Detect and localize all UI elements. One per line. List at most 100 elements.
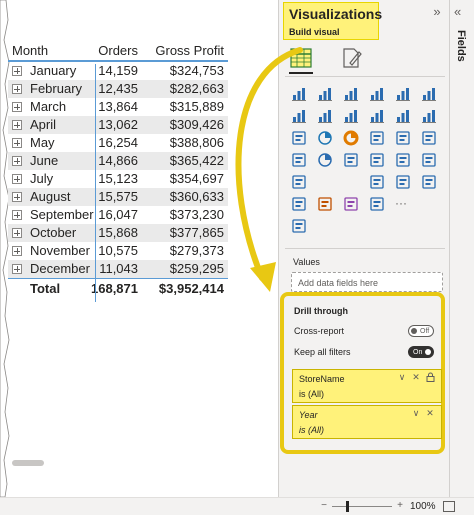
- table-row[interactable]: January 14,159 $324,753: [8, 62, 228, 80]
- close-icon[interactable]: ✕: [425, 408, 435, 418]
- zoom-slider-thumb[interactable]: [346, 501, 349, 512]
- zoom-out-button[interactable]: −: [318, 500, 330, 512]
- collapse-pane-button[interactable]: »: [429, 4, 445, 20]
- fields-pane-collapsed[interactable]: « Fields: [450, 0, 474, 497]
- key-influencers-icon[interactable]: [369, 174, 385, 190]
- expand-plus-icon[interactable]: [12, 102, 22, 112]
- ribbon-chart-icon[interactable]: [395, 108, 411, 124]
- lock-icon[interactable]: [425, 372, 435, 382]
- table-row[interactable]: September 16,047 $373,230: [8, 206, 228, 224]
- pie-icon[interactable]: [317, 130, 333, 146]
- line-chart-icon[interactable]: [421, 86, 437, 102]
- keep-all-filters-toggle[interactable]: On: [408, 346, 434, 358]
- expand-plus-icon[interactable]: [12, 192, 22, 202]
- close-icon[interactable]: ✕: [411, 372, 421, 382]
- paginated-report-icon[interactable]: [317, 196, 333, 212]
- power-automate-icon[interactable]: [369, 196, 385, 212]
- python-visual-icon[interactable]: [343, 174, 359, 190]
- zoom-in-button[interactable]: +: [394, 500, 406, 512]
- card-icon[interactable]: [343, 152, 359, 168]
- azure-map-icon[interactable]: [291, 152, 307, 168]
- expand-plus-icon[interactable]: [12, 174, 22, 184]
- table-row[interactable]: December 11,043 $259,295: [8, 260, 228, 278]
- clustered-column-icon[interactable]: [369, 86, 385, 102]
- table-row[interactable]: May 16,254 $388,806: [8, 134, 228, 152]
- 100-bar-icon[interactable]: [395, 86, 411, 102]
- donut-icon[interactable]: [343, 130, 359, 146]
- total-label: Total: [30, 281, 61, 296]
- expand-fields-button[interactable]: «: [454, 4, 461, 19]
- more-visuals-icon[interactable]: ···: [395, 196, 411, 212]
- line-column-icon[interactable]: [343, 108, 359, 124]
- column-header-month[interactable]: Month: [12, 40, 48, 62]
- table-row[interactable]: November 10,575 $279,373: [8, 242, 228, 260]
- table-row[interactable]: April 13,062 $309,426: [8, 116, 228, 134]
- funnel-icon[interactable]: [421, 108, 437, 124]
- chevron-down-icon[interactable]: ∨: [397, 372, 407, 382]
- cell-gross-profit: $309,426: [169, 117, 224, 132]
- table-row[interactable]: February 12,435 $282,663: [8, 80, 228, 98]
- expand-plus-icon[interactable]: [12, 210, 22, 220]
- expand-plus-icon[interactable]: [12, 120, 22, 130]
- stacked-column-icon[interactable]: [317, 86, 333, 102]
- treemap-icon[interactable]: [369, 130, 385, 146]
- expand-plus-icon[interactable]: [12, 156, 22, 166]
- expand-plus-icon[interactable]: [12, 138, 22, 148]
- table-row[interactable]: June 14,866 $365,422: [8, 152, 228, 170]
- report-canvas[interactable]: Month Orders Gross Profit January 14,159 $…: [0, 0, 278, 497]
- expand-plus-icon[interactable]: [12, 66, 22, 76]
- line-clustered-icon[interactable]: [369, 108, 385, 124]
- gauge-icon[interactable]: [317, 152, 333, 168]
- table-row[interactable]: August 15,575 $360,633: [8, 188, 228, 206]
- cell-gross-profit: $324,753: [169, 63, 224, 78]
- column-header-gross-profit[interactable]: Gross Profit: [155, 40, 224, 62]
- decomposition-tree-icon[interactable]: [395, 174, 411, 190]
- table-row[interactable]: July 15,123 $354,697: [8, 170, 228, 188]
- expand-plus-icon[interactable]: [12, 84, 22, 94]
- values-drop-well[interactable]: Add data fields here: [291, 272, 443, 292]
- cell-orders: 14,159: [98, 63, 138, 78]
- scatter-icon[interactable]: [291, 130, 307, 146]
- trophy-icon[interactable]: [291, 196, 307, 212]
- power-apps-icon[interactable]: [343, 196, 359, 212]
- table-row[interactable]: October 15,868 $377,865: [8, 224, 228, 242]
- horizontal-scrollbar[interactable]: [12, 460, 44, 466]
- chevron-down-icon[interactable]: ∨: [411, 408, 421, 418]
- cell-month: August: [30, 189, 71, 204]
- visualizations-pane: Visualizations Build visual » ··· Values…: [278, 0, 450, 497]
- matrix-table-icon: [290, 48, 312, 68]
- kpi-icon[interactable]: [395, 152, 411, 168]
- drill-filter-card-storename[interactable]: StoreName is (All) ∨ ✕: [292, 369, 442, 403]
- expand-plus-icon[interactable]: [12, 264, 22, 274]
- cell-orders: 12,435: [98, 81, 138, 96]
- filled-map-icon[interactable]: [421, 130, 437, 146]
- r-visual-icon[interactable]: [317, 174, 333, 190]
- clustered-bar-icon[interactable]: [343, 86, 359, 102]
- table-icon[interactable]: [291, 174, 307, 190]
- build-visual-tab[interactable]: [289, 46, 313, 70]
- custom-visual-icon[interactable]: [291, 218, 307, 234]
- fields-pane-label: Fields: [455, 30, 467, 62]
- column-header-orders[interactable]: Orders: [98, 40, 138, 62]
- area-chart-icon[interactable]: [291, 108, 307, 124]
- table-row[interactable]: March 13,864 $315,889: [8, 98, 228, 116]
- qa-icon[interactable]: [421, 174, 437, 190]
- stacked-area-icon[interactable]: [317, 108, 333, 124]
- cell-orders: 11,043: [99, 261, 138, 276]
- matrix-visual[interactable]: Month Orders Gross Profit January 14,159 $…: [8, 40, 228, 298]
- drill-filter-card-year[interactable]: Year is (All) ∨ ✕: [292, 405, 442, 439]
- map-icon[interactable]: [395, 130, 411, 146]
- matrix-body: January 14,159 $324,753 February 12,435 $282,…: [8, 62, 228, 278]
- fit-to-page-icon[interactable]: [443, 501, 455, 512]
- cross-report-toggle[interactable]: Off: [408, 325, 434, 337]
- slicer-icon[interactable]: [421, 152, 437, 168]
- stacked-bar-icon[interactable]: [291, 86, 307, 102]
- zoom-slider-track[interactable]: [332, 506, 392, 507]
- format-visual-tab[interactable]: [341, 46, 363, 70]
- expand-plus-icon[interactable]: [12, 246, 22, 256]
- cell-month: October: [30, 225, 77, 240]
- cell-gross-profit: $373,230: [169, 207, 224, 222]
- expand-plus-icon[interactable]: [12, 228, 22, 238]
- multi-row-card-icon[interactable]: [369, 152, 385, 168]
- cross-report-label: Cross-report: [294, 326, 345, 336]
